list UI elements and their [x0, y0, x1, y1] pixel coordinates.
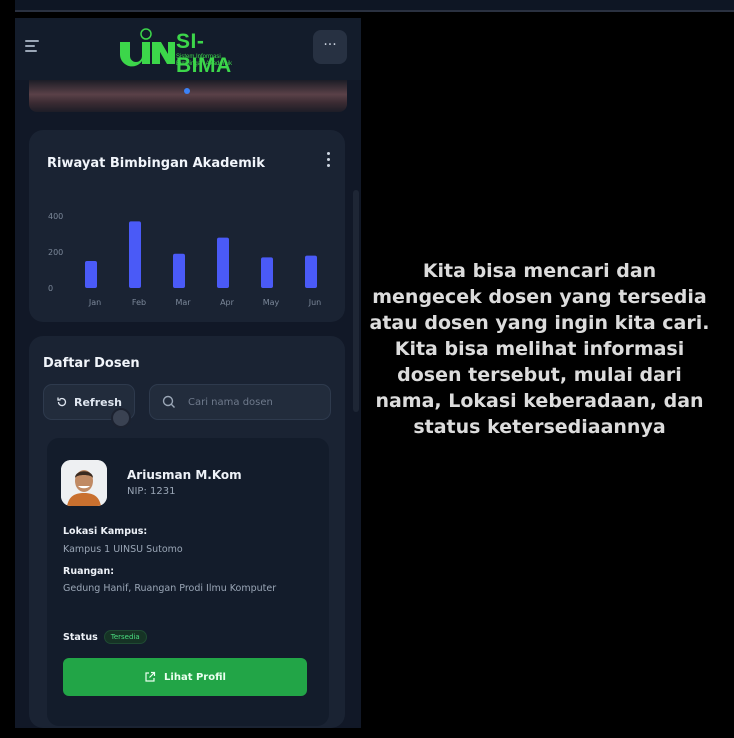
y-tick-label: 400 [48, 212, 63, 221]
bar-mar[interactable] [173, 253, 185, 288]
avatar-image [61, 460, 107, 506]
x-tick-label: Apr [220, 298, 235, 307]
carousel-indicator[interactable] [184, 88, 190, 94]
status-label: Status [63, 631, 98, 643]
campus-label: Lokasi Kampus: [63, 526, 148, 537]
x-tick-label: Mar [175, 298, 191, 307]
search-input[interactable] [186, 395, 310, 409]
x-tick-label: Jan [88, 298, 101, 307]
view-profile-button[interactable]: Lihat Profil [63, 658, 307, 696]
refresh-label: Refresh [74, 395, 122, 409]
lecturer-card: Ariusman M.Kom NIP: 1231 Lokasi Kampus: … [47, 438, 329, 726]
status-row: Status Tersedia [63, 630, 147, 644]
lecturer-list-card: Daftar Dosen Refresh Cari nama dosen Ari… [29, 336, 345, 728]
bar-apr[interactable] [217, 237, 229, 288]
bar-may[interactable] [261, 257, 273, 288]
refresh-icon [57, 397, 67, 407]
chart-menu-icon[interactable] [327, 152, 331, 170]
app-logo: SI-BIMA Sistem Informasi Bimbingan Akade… [116, 24, 258, 77]
bar-jun[interactable] [305, 255, 317, 288]
external-link-icon [145, 671, 156, 682]
bar-chart: 400 200 0 Jan Feb Mar Apr May Jun [48, 212, 322, 307]
menu-icon[interactable] [25, 40, 39, 52]
chart-title: Riwayat Bimbingan Akademik [47, 156, 265, 171]
x-tick-label: Jun [308, 298, 322, 307]
avatar [61, 460, 107, 506]
lecturer-nip: NIP: 1231 [127, 486, 176, 497]
x-tick-label: Feb [132, 298, 146, 307]
view-profile-label: Lihat Profil [164, 671, 226, 683]
logo-emblem-icon [120, 28, 175, 67]
y-tick-label: 0 [48, 284, 53, 293]
x-tick-label: May [263, 298, 280, 307]
lecturer-name: Ariusman M.Kom [127, 468, 242, 482]
phone-screen: SI-BIMA Sistem Informasi Bimbingan Akade… [15, 18, 361, 728]
campus-value: Kampus 1 UINSU Sutomo [63, 544, 183, 555]
logo-subtitle: Sistem Informasi Bimbingan Akademik [176, 54, 233, 67]
y-tick-label: 200 [48, 248, 63, 257]
status-badge: Tersedia [103, 630, 147, 644]
lecturer-list-title: Daftar Dosen [43, 356, 140, 371]
video-caption: Kita bisa mencari dan mengecek dosen yan… [369, 260, 710, 438]
search-icon [162, 395, 175, 408]
bar-feb[interactable] [129, 221, 141, 288]
room-label: Ruangan: [63, 566, 115, 577]
more-options-button[interactable]: ··· [313, 30, 347, 64]
banner-carousel[interactable] [29, 80, 347, 112]
app-header: SI-BIMA Sistem Informasi Bimbingan Akade… [15, 18, 361, 80]
room-value: Gedung Hanif, Ruangan Prodi Ilmu Kompute… [63, 583, 277, 594]
bar-jan[interactable] [85, 261, 97, 288]
search-field[interactable] [149, 384, 331, 420]
chart-card: Riwayat Bimbingan Akademik 400 200 0 Jan Feb… [29, 130, 345, 322]
touch-indicator [111, 408, 131, 428]
top-strip [15, 0, 734, 12]
